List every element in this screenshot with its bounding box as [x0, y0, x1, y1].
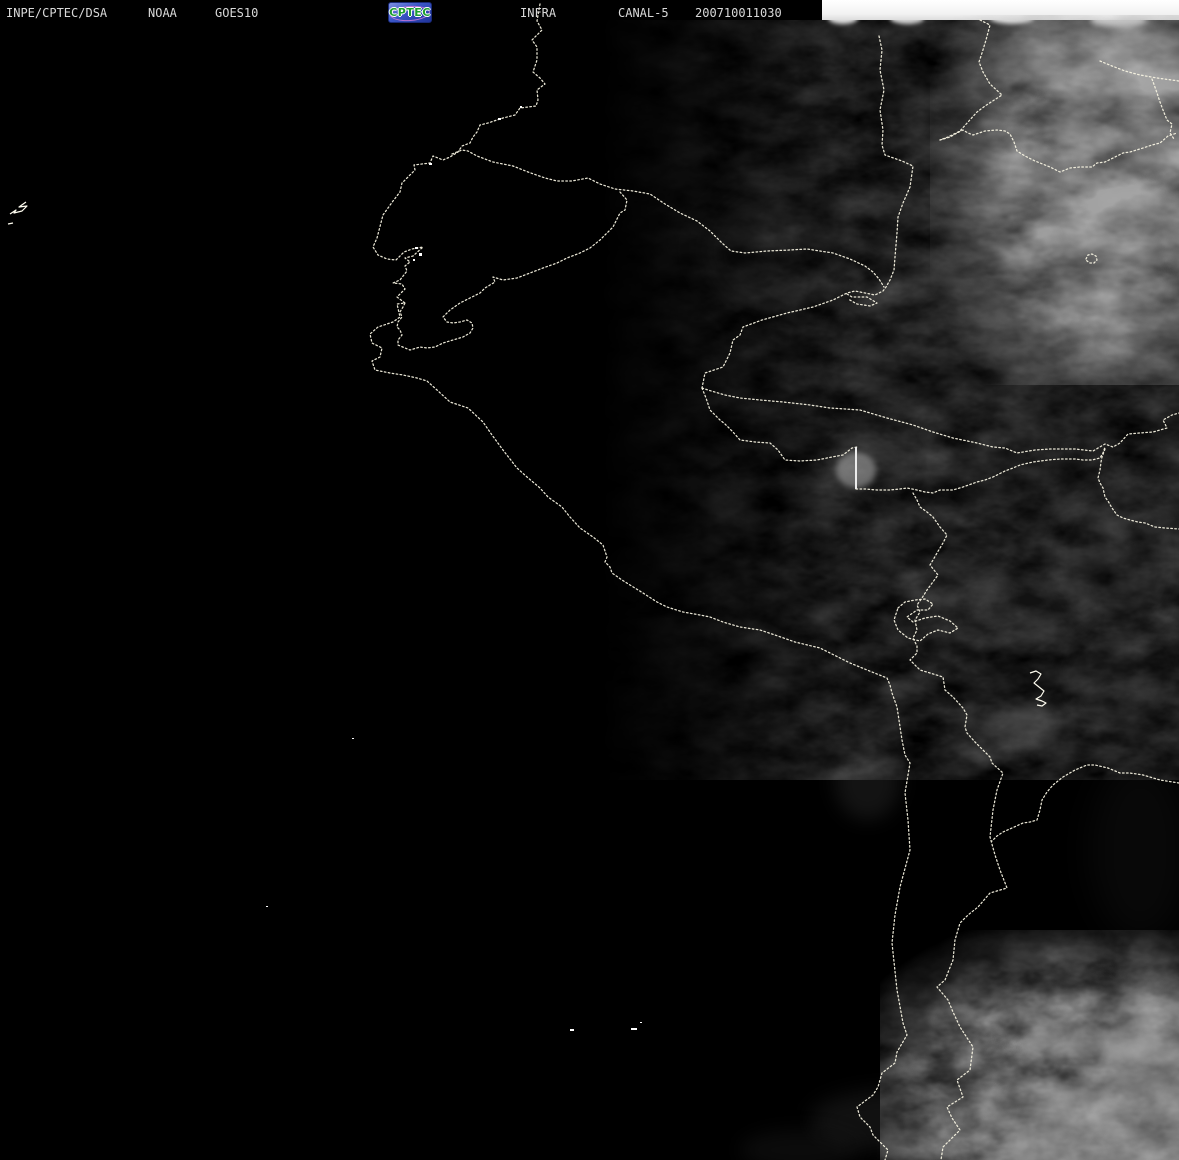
- border-ne-border-a: [1099, 60, 1179, 82]
- header-product-label: INFRA: [520, 6, 557, 20]
- cloud-speck: [570, 1029, 574, 1031]
- cloud-speck: [419, 253, 422, 256]
- border-brazil-se-branch: [1097, 448, 1179, 530]
- border-nw-vertical: [939, 19, 1003, 141]
- header-timestamp-label: 200710011030: [695, 6, 782, 20]
- cloud-speck: [352, 738, 354, 739]
- cptec-logo: CPTEC: [388, 2, 432, 23]
- border-pacific-coast: [369, 3, 911, 1160]
- border-peru-brazil: [701, 35, 914, 389]
- lake-titicaca: [893, 598, 959, 642]
- header-channel-label: CANAL-5: [618, 6, 669, 20]
- island-a-outline: [9, 201, 28, 215]
- border-ne-border-b: [1151, 78, 1175, 140]
- lake-small-pond: [1085, 253, 1098, 264]
- border-peru-brazil-east: [701, 387, 1179, 454]
- satellite-image-viewport: INPE/CPTEC/DSA NOAA GOES10 CPTEC INFRA C…: [0, 0, 1179, 1160]
- header-org-label: NOAA: [148, 6, 177, 20]
- lake-poopo-outline: [1029, 670, 1047, 707]
- cloud-speck: [640, 1022, 642, 1023]
- border-bolivia-brazil: [855, 446, 1106, 494]
- border-bolivia-brazil-e: [991, 764, 1179, 842]
- cloud-speck: [429, 163, 432, 165]
- border-bolivia-chile: [909, 492, 1008, 1160]
- border-ecuador-colombia: [451, 149, 885, 288]
- cloud-speck: [413, 259, 415, 261]
- country-borders-overlay: [7, 3, 1179, 1160]
- cloud-speck: [415, 247, 418, 249]
- cloud-speck: [631, 1028, 637, 1030]
- border-knot-loop: [846, 293, 878, 307]
- cloud-speck: [498, 118, 501, 120]
- island-b-outline: [7, 222, 14, 225]
- cptec-logo-text: CPTEC: [389, 6, 431, 19]
- cloud-speck: [520, 106, 522, 108]
- cloud-speck: [266, 906, 268, 907]
- header-agency-label: INPE/CPTEC/DSA: [6, 6, 108, 20]
- border-peru-bolivia-w: [701, 387, 858, 462]
- header-satellite-label: GOES10: [215, 6, 259, 20]
- border-ecuador-peru: [396, 191, 628, 351]
- border-colombia-brazil: [939, 129, 1178, 173]
